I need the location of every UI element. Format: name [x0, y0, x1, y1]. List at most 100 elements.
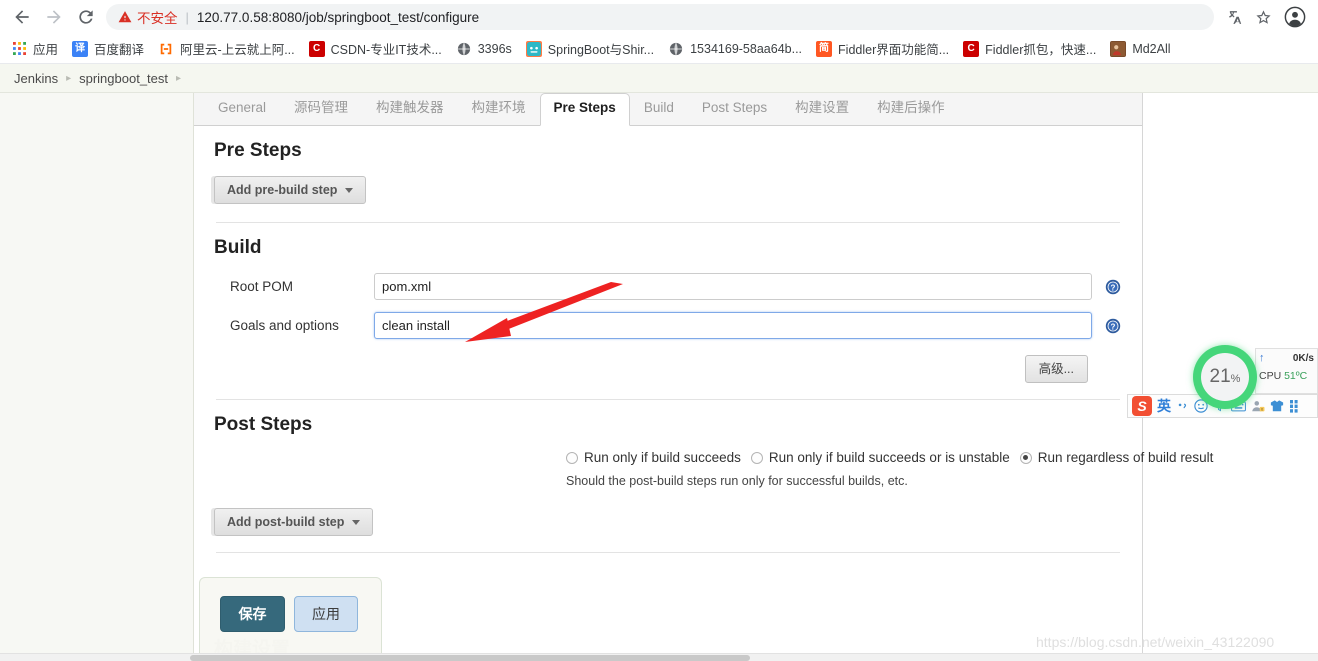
- advanced-button[interactable]: 高级...: [1024, 355, 1088, 383]
- save-buttons: 保存 应用: [200, 578, 381, 632]
- bookmark-baidu-fanyi[interactable]: 译 百度翻译: [65, 37, 151, 61]
- omnibox-actions: [1222, 4, 1278, 30]
- root-pom-input[interactable]: [374, 273, 1092, 300]
- menu-icon[interactable]: [1289, 399, 1299, 413]
- globe-icon: [668, 40, 685, 57]
- tab-pre-steps[interactable]: Pre Steps: [539, 93, 630, 126]
- form-area: Pre Steps Add pre-build step Build Root …: [194, 126, 1213, 660]
- bookmark-label: Md2All: [1132, 41, 1171, 56]
- bookmark-fiddler-jieshao[interactable]: 简 Fiddler界面功能简...: [809, 37, 956, 61]
- post-steps-radio-group: Run only if build succeeds Run only if b…: [194, 436, 1213, 465]
- insecure-label: 不安全: [137, 11, 178, 26]
- save-action-bar: 保存 应用: [199, 577, 382, 661]
- radio-run-regardless[interactable]: Run regardless of build result: [1019, 450, 1213, 465]
- radio-run-if-succeeds[interactable]: Run only if build succeeds: [566, 450, 741, 465]
- add-post-build-step-button[interactable]: Add post-build step: [214, 508, 374, 536]
- root-pom-label: Root POM: [230, 279, 294, 294]
- config-tab-bar: General 源码管理 构建触发器 构建环境 Pre Steps Build …: [194, 93, 1142, 126]
- pre-steps-heading: Pre Steps: [214, 140, 302, 161]
- globe-icon: [455, 40, 472, 57]
- tab-build-triggers[interactable]: 构建触发器: [362, 93, 458, 125]
- add-post-build-step-label: Add post-build step: [227, 515, 345, 529]
- save-button[interactable]: 保存: [220, 596, 285, 632]
- translate-icon[interactable]: [1222, 4, 1248, 30]
- cpu-usage-ring[interactable]: 21 %: [1193, 345, 1257, 409]
- input-mode-label[interactable]: 英: [1157, 396, 1171, 416]
- tab-build-settings[interactable]: 构建设置: [781, 93, 863, 125]
- omnibox-separator: |: [185, 9, 189, 25]
- bookmark-1534169[interactable]: 1534169-58aa64b...: [661, 37, 809, 61]
- cpu-usage-percent: 21: [1209, 366, 1231, 387]
- radio-button[interactable]: [566, 451, 578, 464]
- cpu-label: CPU: [1259, 370, 1282, 382]
- post-steps-hint: Should the post-build steps run only for…: [566, 474, 908, 488]
- star-icon[interactable]: [1250, 4, 1276, 30]
- punctuation-icon[interactable]: [1176, 400, 1189, 413]
- browser-toolbar: 不安全 | 120.77.0.58:8080/job/springboot_te…: [0, 0, 1318, 34]
- add-pre-build-step-button[interactable]: Add pre-build step: [214, 176, 367, 204]
- chevron-right-icon[interactable]: ▸: [174, 73, 183, 84]
- advanced-row: 高级...: [194, 345, 1142, 399]
- tab-general[interactable]: General: [204, 93, 280, 125]
- tab-build[interactable]: Build: [630, 93, 688, 125]
- goals-field-wrap: ?: [374, 312, 1142, 339]
- upload-arrow-icon: ↑: [1259, 352, 1265, 364]
- radio-run-if-succeeds-or-unstable[interactable]: Run only if build succeeds or is unstabl…: [750, 450, 1010, 465]
- breadcrumb-item-jenkins[interactable]: Jenkins: [8, 71, 64, 86]
- chevron-down-icon: [352, 519, 361, 525]
- goals-row: Goals and options ?: [194, 306, 1142, 345]
- reload-icon[interactable]: [70, 1, 102, 33]
- help-question-icon[interactable]: ?: [1105, 279, 1121, 295]
- help-question-icon[interactable]: ?: [1105, 318, 1121, 334]
- breadcrumb: Jenkins ▸ springboot_test ▸: [0, 64, 1318, 93]
- bookmark-csdn[interactable]: C CSDN-专业IT技术...: [302, 37, 449, 61]
- bookmark-apps[interactable]: 应用: [4, 37, 65, 61]
- tab-build-environment[interactable]: 构建环境: [458, 93, 540, 125]
- skin-icon[interactable]: [1270, 399, 1284, 413]
- bookmark-springboot[interactable]: SpringBoot与Shir...: [519, 37, 661, 61]
- svg-text:?: ?: [1111, 283, 1116, 292]
- aliyun-icon: [158, 40, 175, 57]
- bookmark-aliyun[interactable]: 阿里云-上云就上阿...: [151, 37, 302, 61]
- breadcrumb-item-springboot-test[interactable]: springboot_test: [73, 71, 174, 86]
- watermark-text: https://blog.csdn.net/weixin_43122090: [1036, 634, 1275, 650]
- back-arrow-icon[interactable]: [6, 1, 38, 33]
- profile-avatar-icon[interactable]: [1278, 0, 1312, 34]
- apply-button[interactable]: 应用: [294, 596, 358, 632]
- scrollbar-thumb[interactable]: [190, 655, 750, 661]
- sogou-logo-icon[interactable]: S: [1132, 396, 1152, 416]
- tab-post-build-actions[interactable]: 构建后操作: [863, 93, 959, 125]
- svg-text:?: ?: [1111, 322, 1116, 331]
- cpu-usage-inner: 21 %: [1201, 353, 1249, 401]
- forward-arrow-icon[interactable]: [38, 1, 70, 33]
- cpu-temp-row: CPU 51ºC: [1259, 370, 1314, 382]
- jianshu-icon: 简: [816, 40, 833, 57]
- radio-button[interactable]: [750, 451, 763, 464]
- bookmark-md2all[interactable]: Md2All: [1103, 37, 1177, 61]
- address-bar[interactable]: 不安全 | 120.77.0.58:8080/job/springboot_te…: [106, 4, 1214, 30]
- baidu-fanyi-icon: 译: [72, 40, 89, 57]
- bookmark-label: SpringBoot与Shir...: [547, 43, 655, 57]
- sidebar-region: [0, 93, 194, 661]
- root-pom-field-wrap: ?: [374, 273, 1142, 300]
- network-panel: ↑ 0K/s CPU 51ºC: [1255, 348, 1318, 394]
- goals-and-options-input[interactable]: [374, 312, 1092, 339]
- account-icon[interactable]: 6: [1251, 399, 1265, 413]
- percent-symbol: %: [1230, 373, 1241, 385]
- bookmark-fiddler-zhuabao[interactable]: C Fiddler抓包，快速...: [956, 37, 1103, 61]
- upload-row: ↑ 0K/s: [1259, 352, 1314, 364]
- horizontal-scrollbar[interactable]: [0, 653, 1318, 661]
- tab-post-steps[interactable]: Post Steps: [688, 93, 781, 125]
- build-heading: Build: [214, 237, 262, 258]
- bookmark-3396s[interactable]: 3396s: [449, 37, 519, 61]
- bookmark-label: 应用: [33, 43, 59, 57]
- chevron-right-icon: ▸: [66, 72, 72, 84]
- bookmark-label: 百度翻译: [94, 43, 145, 57]
- section-divider: [216, 552, 1120, 553]
- bookmark-label: Fiddler界面功能简...: [838, 43, 950, 57]
- root-pom-row: Root POM ?: [194, 259, 1142, 306]
- bookmark-label: 阿里云-上云就上阿...: [180, 43, 295, 57]
- radio-button[interactable]: [1019, 451, 1032, 464]
- tab-source-management[interactable]: 源码管理: [280, 93, 362, 125]
- pre-steps-actions: Add pre-build step: [194, 162, 1142, 222]
